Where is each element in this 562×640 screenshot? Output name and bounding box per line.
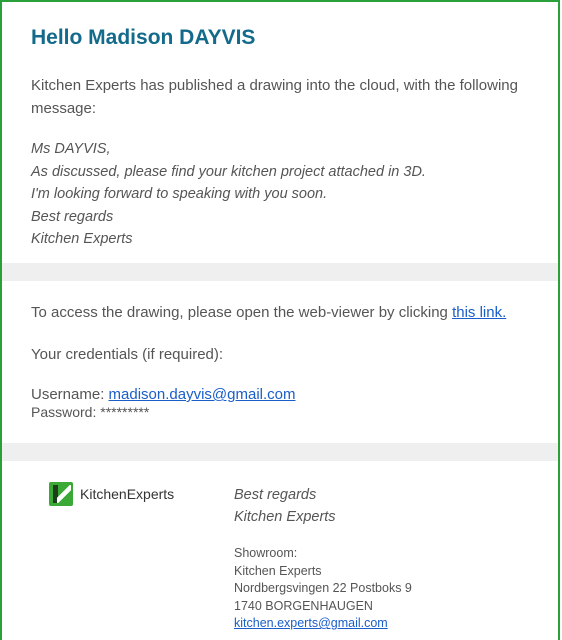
password-row: Password: *********: [31, 404, 149, 420]
address-line: 1740 BORGENHAUGEN: [234, 598, 373, 613]
username-label: Username:: [31, 386, 109, 403]
email-frame: Hello Madison DAYVIS Kitchen Experts has…: [0, 0, 560, 640]
signature-line: Best regards: [234, 487, 317, 503]
kitchen-experts-logo-icon: [49, 482, 73, 506]
showroom-name: Kitchen Experts: [234, 563, 322, 578]
message-line: I'm looking forward to speaking with you…: [31, 186, 328, 202]
username-link[interactable]: madison.dayvis@gmail.com: [109, 386, 296, 403]
viewer-link[interactable]: this link.: [452, 304, 506, 321]
message-line: Best regards: [31, 208, 114, 225]
greeting-title: Hello Madison DAYVIS: [31, 26, 256, 49]
access-text: To access the drawing, please open the w…: [31, 304, 506, 321]
message-line: Ms DAYVIS,: [31, 141, 111, 157]
showroom-email-link[interactable]: kitchen.experts@gmail.com: [234, 616, 388, 630]
password-value: *********: [100, 404, 150, 420]
signature-line: Kitchen Experts: [234, 509, 336, 525]
username-row: Username: madison.dayvis@gmail.com: [31, 386, 296, 403]
message-block: Ms DAYVIS, As discussed, please find you…: [31, 138, 426, 251]
credentials-heading: Your credentials (if required):: [31, 346, 224, 363]
address-line: Nordbergsvingen 22 Postboks 9: [234, 581, 412, 595]
message-line: As discussed, please find your kitchen p…: [31, 163, 426, 180]
section-divider: [2, 443, 558, 461]
showroom-block: Showroom: Kitchen Experts Nordbergsvinge…: [234, 545, 412, 633]
password-label: Password:: [31, 404, 101, 420]
intro-text: Kitchen Experts has published a drawing …: [31, 77, 518, 117]
message-line: Kitchen Experts: [31, 231, 133, 247]
signature-block: Best regards Kitchen Experts: [234, 484, 336, 528]
section-divider: [2, 263, 558, 281]
company-logo: KitchenExperts: [49, 482, 174, 506]
showroom-label: Showroom:: [234, 546, 298, 560]
logo-text: KitchenExperts: [80, 486, 175, 502]
access-instructions: To access the drawing, please open the w…: [31, 304, 453, 321]
